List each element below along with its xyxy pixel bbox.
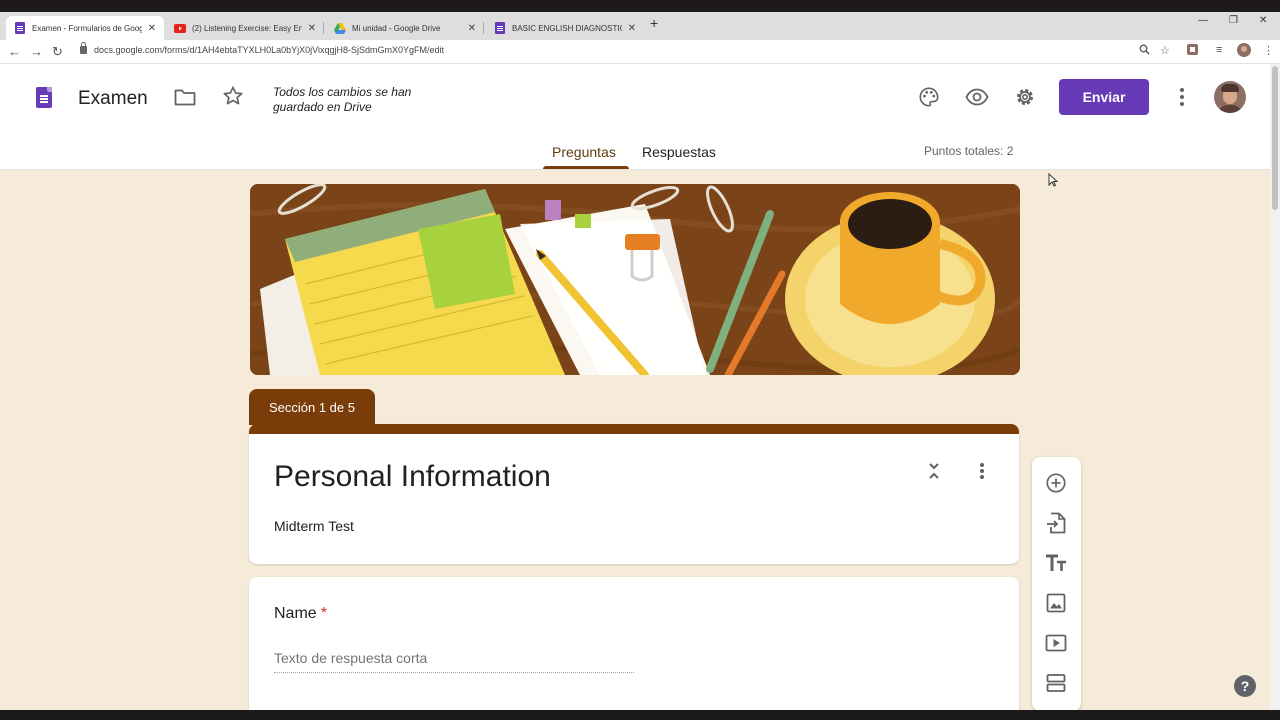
section-more-options-icon[interactable] xyxy=(973,460,991,482)
question-title-text: Name xyxy=(274,605,317,622)
minimize-icon[interactable]: — xyxy=(1198,15,1208,26)
back-icon[interactable]: ← xyxy=(8,44,21,60)
google-forms-icon xyxy=(494,22,506,34)
bookmark-star-icon[interactable]: ☆ xyxy=(1160,44,1170,57)
browser-tab-youtube[interactable]: (2) Listening Exercise: Easy English ✕ xyxy=(166,16,324,40)
browser-tab-drive[interactable]: Mi unidad - Google Drive ✕ xyxy=(326,16,484,40)
page-scrollbar[interactable] xyxy=(1270,64,1280,710)
close-icon[interactable]: ✕ xyxy=(468,23,476,34)
star-icon[interactable] xyxy=(222,85,244,107)
active-tab-indicator xyxy=(543,166,629,169)
browser-menu-icon[interactable]: ⋮ xyxy=(1263,44,1274,57)
url-text: docs.google.com/forms/d/1AH4ebtaTYXLH0La… xyxy=(94,45,445,55)
media-queue-icon[interactable]: ≡ xyxy=(1216,44,1222,56)
taskbar-strip xyxy=(0,710,1280,720)
google-drive-icon xyxy=(334,22,346,34)
new-tab-button[interactable]: + xyxy=(650,15,658,31)
palette-icon[interactable] xyxy=(917,85,941,109)
forms-header: Examen Todos los cambios se han guardado… xyxy=(0,64,1270,170)
short-answer-field: Texto de respuesta corta xyxy=(274,650,634,673)
zoom-icon[interactable] xyxy=(1139,44,1150,58)
save-status: Todos los cambios se han guardado en Dri… xyxy=(273,85,412,114)
help-button[interactable]: ? xyxy=(1234,675,1256,697)
required-asterisk: * xyxy=(320,605,327,622)
mouse-cursor-icon xyxy=(1048,172,1059,192)
browser-tab-bar: Examen - Formularios de Google ✕ (2) Lis… xyxy=(0,12,1280,40)
youtube-icon xyxy=(174,22,186,34)
section-description[interactable]: Midterm Test xyxy=(274,518,354,534)
preview-eye-icon[interactable] xyxy=(965,85,989,109)
collapse-section-icon[interactable] xyxy=(925,460,943,482)
add-question-icon[interactable] xyxy=(1044,471,1068,495)
lock-icon xyxy=(80,42,87,54)
more-options-icon[interactable] xyxy=(1172,85,1192,109)
google-forms-icon xyxy=(14,22,26,34)
import-questions-icon[interactable] xyxy=(1044,511,1068,535)
google-forms-logo-icon[interactable] xyxy=(36,87,52,108)
address-bar: ← → ↻ docs.google.com/forms/d/1AH4ebtaTY… xyxy=(0,40,1280,64)
browser-tab-forms[interactable]: Examen - Formularios de Google ✕ xyxy=(6,16,164,40)
total-points: Puntos totales: 2 xyxy=(924,144,1014,158)
add-item-toolbar xyxy=(1032,457,1081,710)
restore-icon[interactable]: ❐ xyxy=(1229,15,1238,26)
question-card[interactable]: Name * Texto de respuesta corta xyxy=(249,577,1019,710)
add-title-text-icon[interactable] xyxy=(1044,551,1068,575)
send-button[interactable]: Enviar xyxy=(1059,79,1149,115)
browser-tab-diagnostic[interactable]: BASIC ENGLISH DIAGNOSTIC TEST ✕ xyxy=(486,16,644,40)
browser-tab-title: (2) Listening Exercise: Easy English xyxy=(192,23,302,33)
add-section-icon[interactable] xyxy=(1044,671,1068,695)
add-video-icon[interactable] xyxy=(1044,631,1068,655)
folder-icon[interactable] xyxy=(174,86,196,108)
tab-responses[interactable]: Respuestas xyxy=(642,144,716,160)
avatar[interactable] xyxy=(1214,81,1246,113)
browser-tab-title: Examen - Formularios de Google xyxy=(32,23,142,33)
section-header-card[interactable]: Personal Information Midterm Test xyxy=(249,424,1019,564)
browser-tab-title: BASIC ENGLISH DIAGNOSTIC TEST xyxy=(512,23,622,33)
header-banner-image xyxy=(250,184,1020,375)
form-tabs: Preguntas Respuestas xyxy=(0,142,1270,170)
question-title[interactable]: Name * xyxy=(274,605,327,623)
settings-gear-icon[interactable] xyxy=(1013,85,1037,109)
close-icon[interactable]: ✕ xyxy=(308,23,316,34)
tab-questions[interactable]: Preguntas xyxy=(552,144,616,160)
forward-icon[interactable]: → xyxy=(30,44,43,60)
add-image-icon[interactable] xyxy=(1044,591,1068,615)
close-window-icon[interactable]: ✕ xyxy=(1259,15,1267,26)
form-title[interactable]: Examen xyxy=(78,88,148,110)
extension-icon[interactable] xyxy=(1187,44,1198,58)
close-icon[interactable]: ✕ xyxy=(628,23,636,34)
profile-icon[interactable] xyxy=(1237,43,1251,60)
scrollbar-thumb[interactable] xyxy=(1272,66,1278,210)
window-top-strip xyxy=(0,0,1280,12)
url-field[interactable]: docs.google.com/forms/d/1AH4ebtaTYXLH0La… xyxy=(80,42,445,55)
reload-icon[interactable]: ↻ xyxy=(52,44,63,60)
forms-editor: Examen Todos los cambios se han guardado… xyxy=(0,64,1270,710)
section-title[interactable]: Personal Information xyxy=(274,460,551,494)
section-indicator: Sección 1 de 5 xyxy=(249,389,375,425)
close-icon[interactable]: ✕ xyxy=(148,23,156,34)
browser-tab-title: Mi unidad - Google Drive xyxy=(352,23,441,33)
